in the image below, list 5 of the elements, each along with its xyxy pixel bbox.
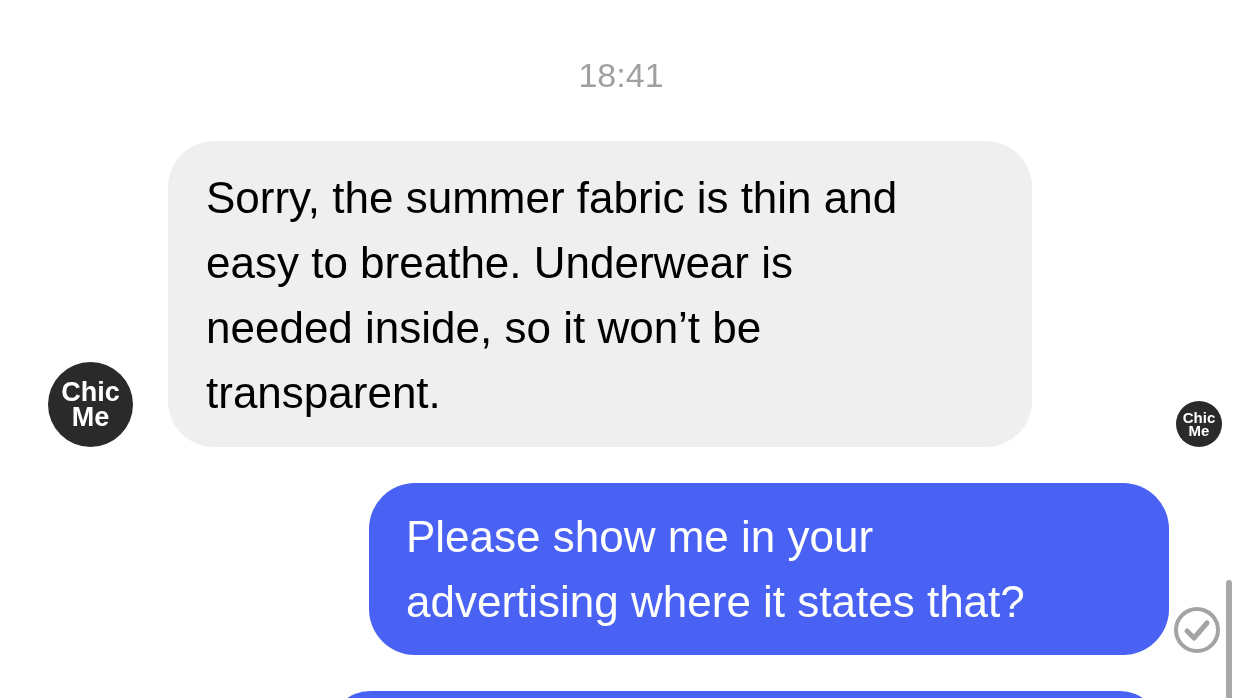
avatar-logo: Chic Me bbox=[48, 362, 133, 447]
read-receipt-logo: Chic Me bbox=[1176, 401, 1222, 447]
timestamp: 18:41 bbox=[578, 55, 664, 95]
message-bubble: Please show me in your advertising where it states that? bbox=[369, 483, 1169, 655]
message-bubble: Sorry, the summer fabric is thin and easy to breathe. Underwear is needed inside, so it won’t be transparent. bbox=[168, 141, 1032, 447]
